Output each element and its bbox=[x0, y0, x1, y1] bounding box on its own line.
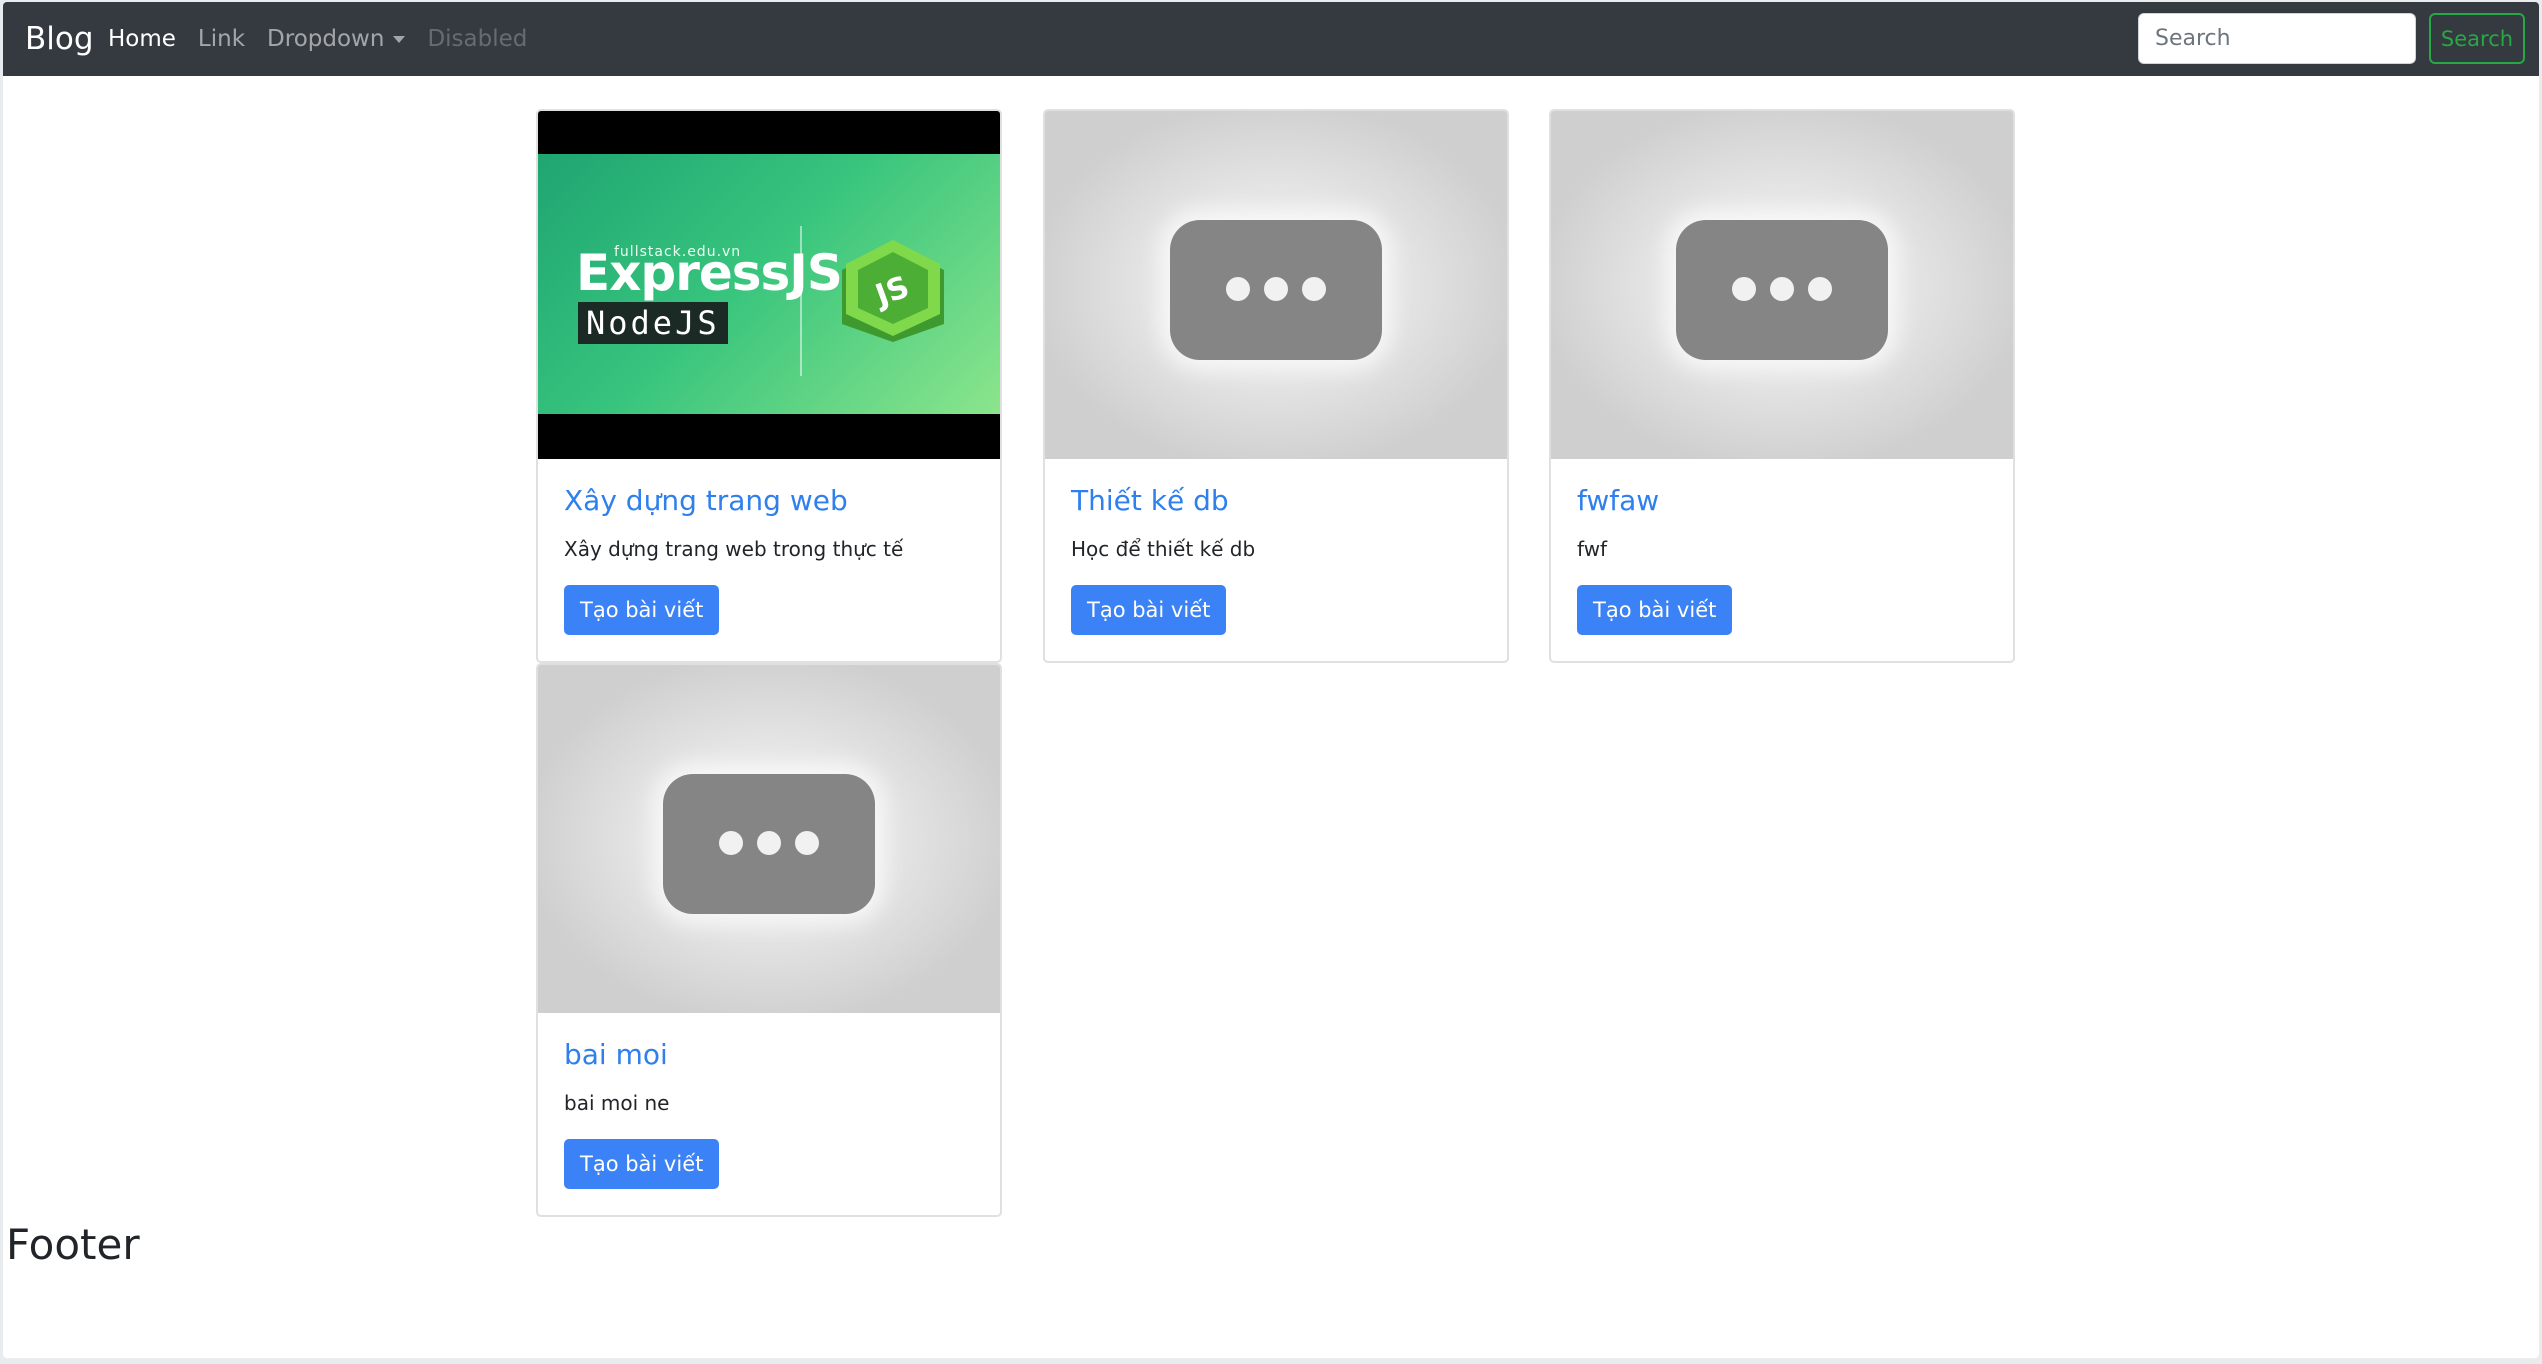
nav-link-link[interactable]: Link bbox=[198, 24, 245, 54]
banner-title: ExpressJS bbox=[576, 244, 843, 302]
dot bbox=[1302, 277, 1326, 301]
nav-dropdown-label: Dropdown bbox=[267, 26, 385, 52]
navbar: Blog Home Link Dropdown Disabled Search bbox=[3, 2, 2539, 76]
banner-divider bbox=[800, 226, 802, 376]
card-thumbnail bbox=[1551, 111, 2013, 459]
card-text: bai moi ne bbox=[564, 1091, 670, 1115]
dot bbox=[1264, 277, 1288, 301]
caret-down-icon bbox=[393, 36, 406, 43]
card-text: Học để thiết kế db bbox=[1071, 537, 1256, 561]
card-thumbnail bbox=[1045, 111, 1507, 459]
dot bbox=[1808, 277, 1832, 301]
post-card: fwfaw fwf Tạo bài viết bbox=[1549, 109, 2015, 663]
card-thumbnail bbox=[538, 665, 1000, 1013]
browser-viewport: Blog Home Link Dropdown Disabled Search … bbox=[3, 2, 2539, 1358]
card-text: fwf bbox=[1577, 537, 1608, 561]
create-post-button[interactable]: Tạo bài viết bbox=[1577, 585, 1733, 635]
placeholder-image bbox=[1045, 111, 1507, 459]
card-text: Xây dựng trang web trong thực tế bbox=[564, 537, 904, 561]
banner-subtitle: NodeJS bbox=[578, 302, 728, 344]
dot bbox=[1226, 277, 1250, 301]
footer-title: Footer bbox=[6, 1220, 140, 1269]
dot bbox=[719, 831, 743, 855]
ellipsis-icon bbox=[1676, 220, 1888, 360]
card-title[interactable]: fwfaw bbox=[1577, 483, 1987, 519]
card-title[interactable]: Thiết kế db bbox=[1071, 483, 1481, 519]
nav-dropdown-toggle[interactable]: Dropdown bbox=[267, 24, 406, 54]
search-input[interactable] bbox=[2138, 13, 2416, 64]
card-thumbnail: fullstack.edu.vn ExpressJS NodeJS JS bbox=[538, 111, 1000, 459]
nav-links: Home Link Dropdown Disabled bbox=[108, 24, 549, 54]
banner-background: fullstack.edu.vn ExpressJS NodeJS JS bbox=[538, 154, 1000, 414]
post-card: fullstack.edu.vn ExpressJS NodeJS JS Xây… bbox=[536, 109, 1002, 663]
card-title[interactable]: bai moi bbox=[564, 1037, 974, 1073]
post-card: bai moi bai moi ne Tạo bài viết bbox=[536, 663, 1002, 1217]
navbar-brand[interactable]: Blog bbox=[25, 20, 94, 58]
dot bbox=[1770, 277, 1794, 301]
placeholder-image bbox=[538, 665, 1000, 1013]
nav-link-disabled: Disabled bbox=[427, 26, 528, 52]
card-body: Thiết kế db Học để thiết kế db bbox=[1071, 483, 1481, 563]
expressjs-banner-image: fullstack.edu.vn ExpressJS NodeJS JS bbox=[538, 111, 1000, 459]
dot bbox=[795, 831, 819, 855]
ellipsis-icon bbox=[663, 774, 875, 914]
nav-link-home[interactable]: Home bbox=[108, 24, 176, 54]
create-post-button[interactable]: Tạo bài viết bbox=[1071, 585, 1227, 635]
card-body: fwfaw fwf bbox=[1577, 483, 1987, 563]
post-card: Thiết kế db Học để thiết kế db Tạo bài v… bbox=[1043, 109, 1509, 663]
create-post-button[interactable]: Tạo bài viết bbox=[564, 585, 720, 635]
card-body: Xây dựng trang web Xây dựng trang web tr… bbox=[564, 483, 974, 563]
card-body: bai moi bai moi ne bbox=[564, 1037, 974, 1117]
nodejs-hexagon-icon: JS bbox=[842, 240, 944, 342]
create-post-button[interactable]: Tạo bài viết bbox=[564, 1139, 720, 1189]
card-title[interactable]: Xây dựng trang web bbox=[564, 483, 974, 519]
dot bbox=[757, 831, 781, 855]
search-button[interactable]: Search bbox=[2429, 13, 2525, 64]
placeholder-image bbox=[1551, 111, 2013, 459]
dot bbox=[1732, 277, 1756, 301]
ellipsis-icon bbox=[1170, 220, 1382, 360]
